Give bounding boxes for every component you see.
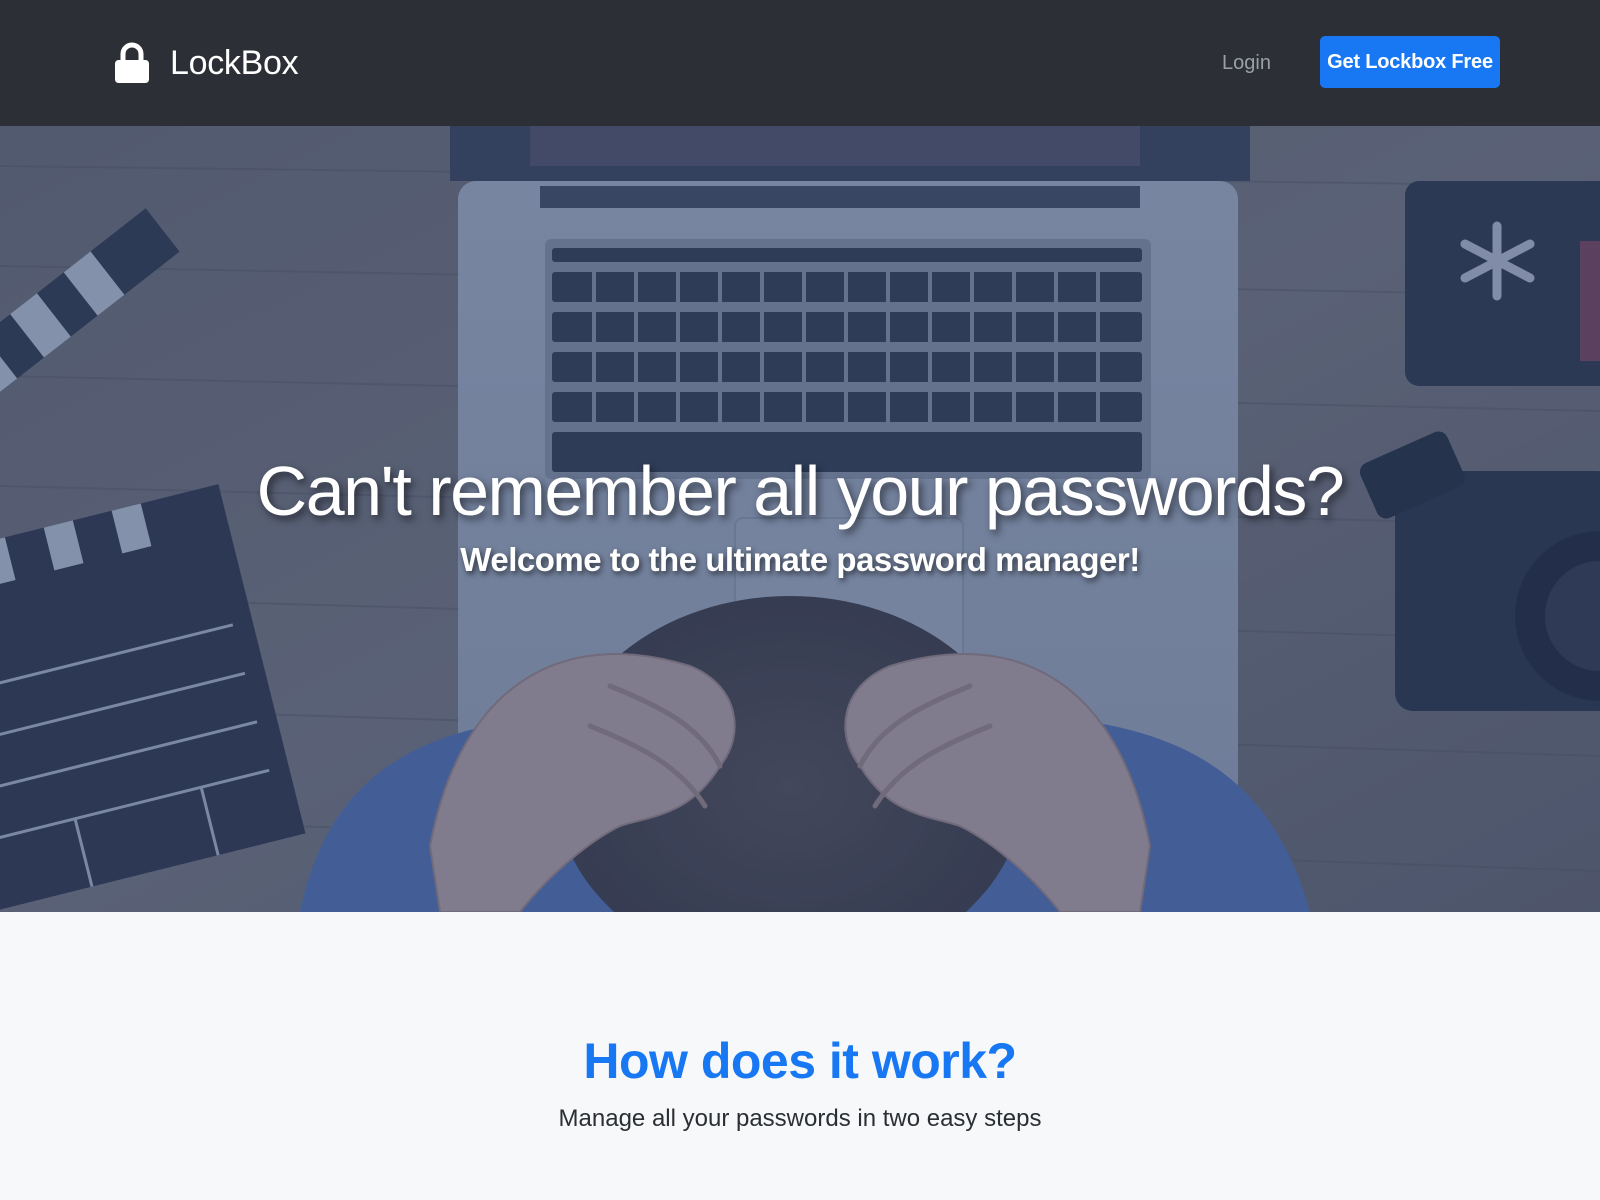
brand-link[interactable]: LockBox: [114, 40, 299, 86]
how-it-works-section: How does it work? Manage all your passwo…: [0, 912, 1600, 1200]
hero-title: Can't remember all your passwords?: [256, 452, 1345, 530]
top-navbar: LockBox Login Get Lockbox Free: [0, 0, 1600, 126]
how-it-works-title: How does it work?: [583, 1033, 1017, 1089]
how-it-works-subtitle: Manage all your passwords in two easy st…: [558, 1105, 1042, 1132]
brand-name: LockBox: [170, 43, 299, 82]
get-lockbox-free-button[interactable]: Get Lockbox Free: [1320, 36, 1500, 88]
login-link[interactable]: Login: [1222, 46, 1271, 80]
lock-icon: [115, 42, 149, 83]
hero-subtitle: Welcome to the ultimate password manager…: [460, 541, 1140, 578]
hero-section: Can't remember all your passwords? Welco…: [0, 126, 1600, 912]
